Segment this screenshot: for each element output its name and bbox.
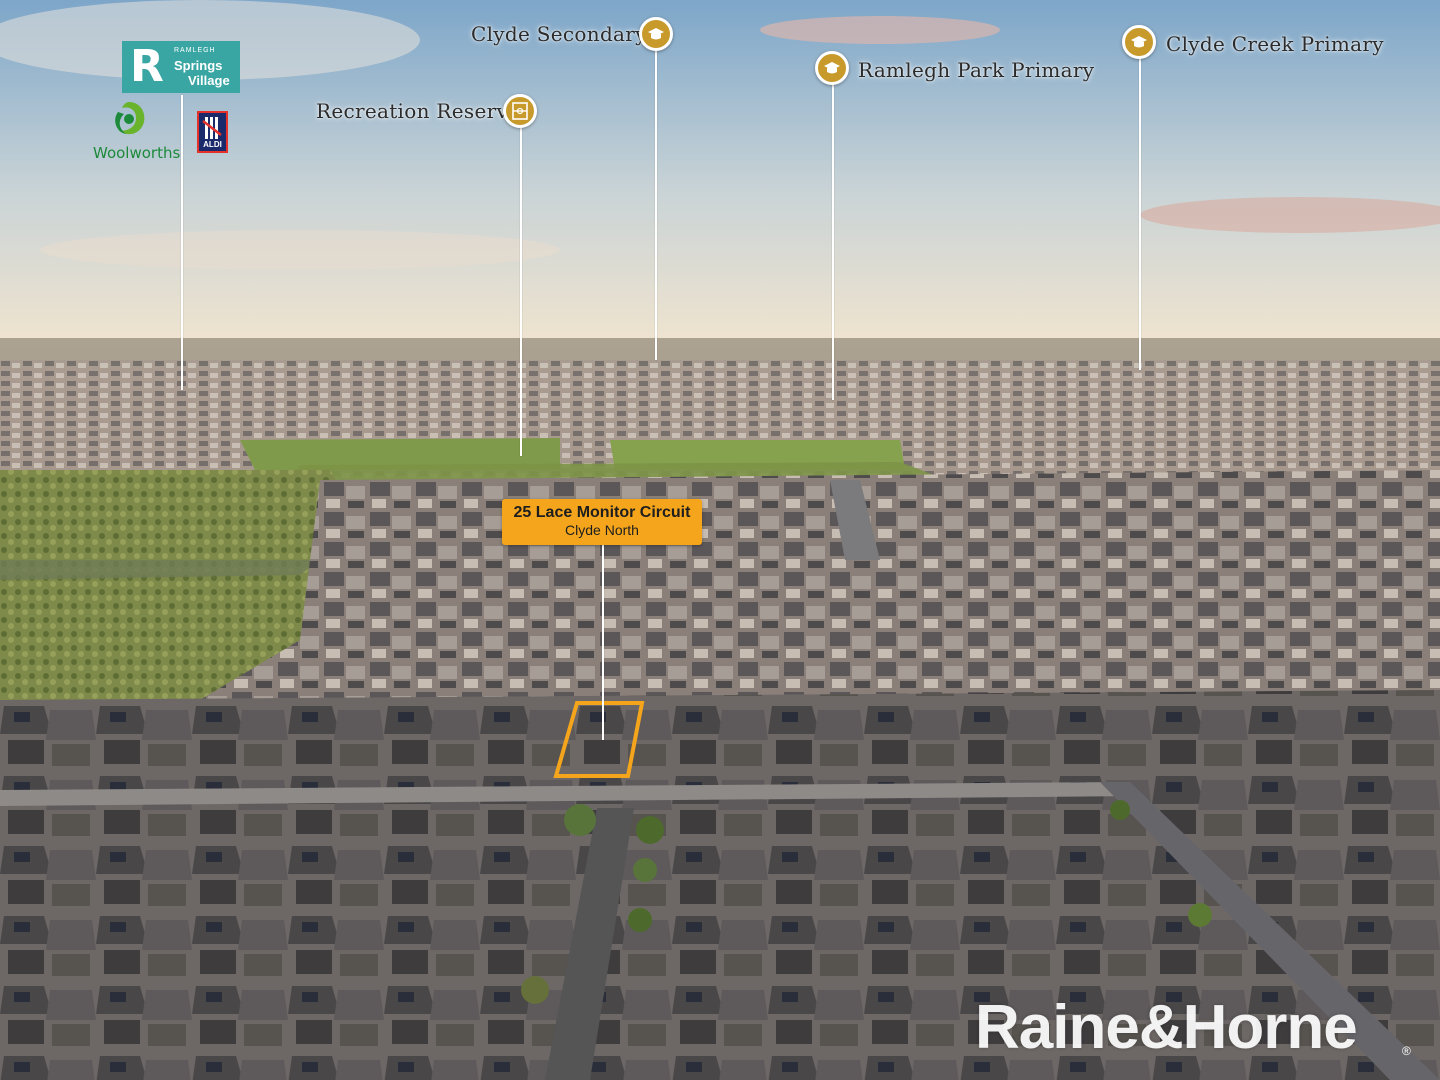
registered-mark: ® [1402,1044,1411,1058]
ramlegh-park-pointer-line [832,84,834,400]
poi-label-clyde-creek: Clyde Creek Primary [1166,32,1384,56]
woolworths-logo-text: Woolworths [93,144,181,162]
poi-label-recreation: Recreation Reserve [316,99,521,123]
property-suburb: Clyde North [565,522,639,538]
poi-label-clyde-secondary: Clyde Secondary [471,22,647,46]
aerial-photo: Clyde Secondary Ramlegh Park Primary Cly… [0,0,1440,1080]
graduation-cap-icon [1122,25,1156,59]
ramlegh-springs-logo: R RAMLEGH Springs Village [122,41,240,93]
aerial-landscape [0,0,1440,1080]
aldi-logo: ALDI [197,111,228,153]
raine-horne-logo: Raine&Horne [975,993,1358,1062]
ramlegh-logo-letter: R [130,41,164,92]
property-address-tag: 25 Lace Monitor Circuit Clyde North [502,499,702,545]
graduation-cap-icon [815,51,849,85]
shopping-pointer-line [181,95,183,390]
graduation-cap-icon [639,17,673,51]
poi-label-ramlegh-park: Ramlegh Park Primary [858,58,1095,82]
clyde-secondary-pointer-line [655,50,657,360]
aldi-logo-text: ALDI [203,140,222,149]
ramlegh-logo-name-2: Village [188,73,230,88]
clyde-creek-pointer-line [1139,58,1141,370]
ramlegh-logo-small: RAMLEGH [174,47,216,54]
woolworths-logo-icon [115,102,145,135]
property-pointer-line [602,545,604,740]
property-address: 25 Lace Monitor Circuit [513,504,691,521]
sports-field-icon [503,94,537,128]
recreation-pointer-line [520,128,522,456]
ramlegh-logo-name-1: Springs [174,58,223,73]
